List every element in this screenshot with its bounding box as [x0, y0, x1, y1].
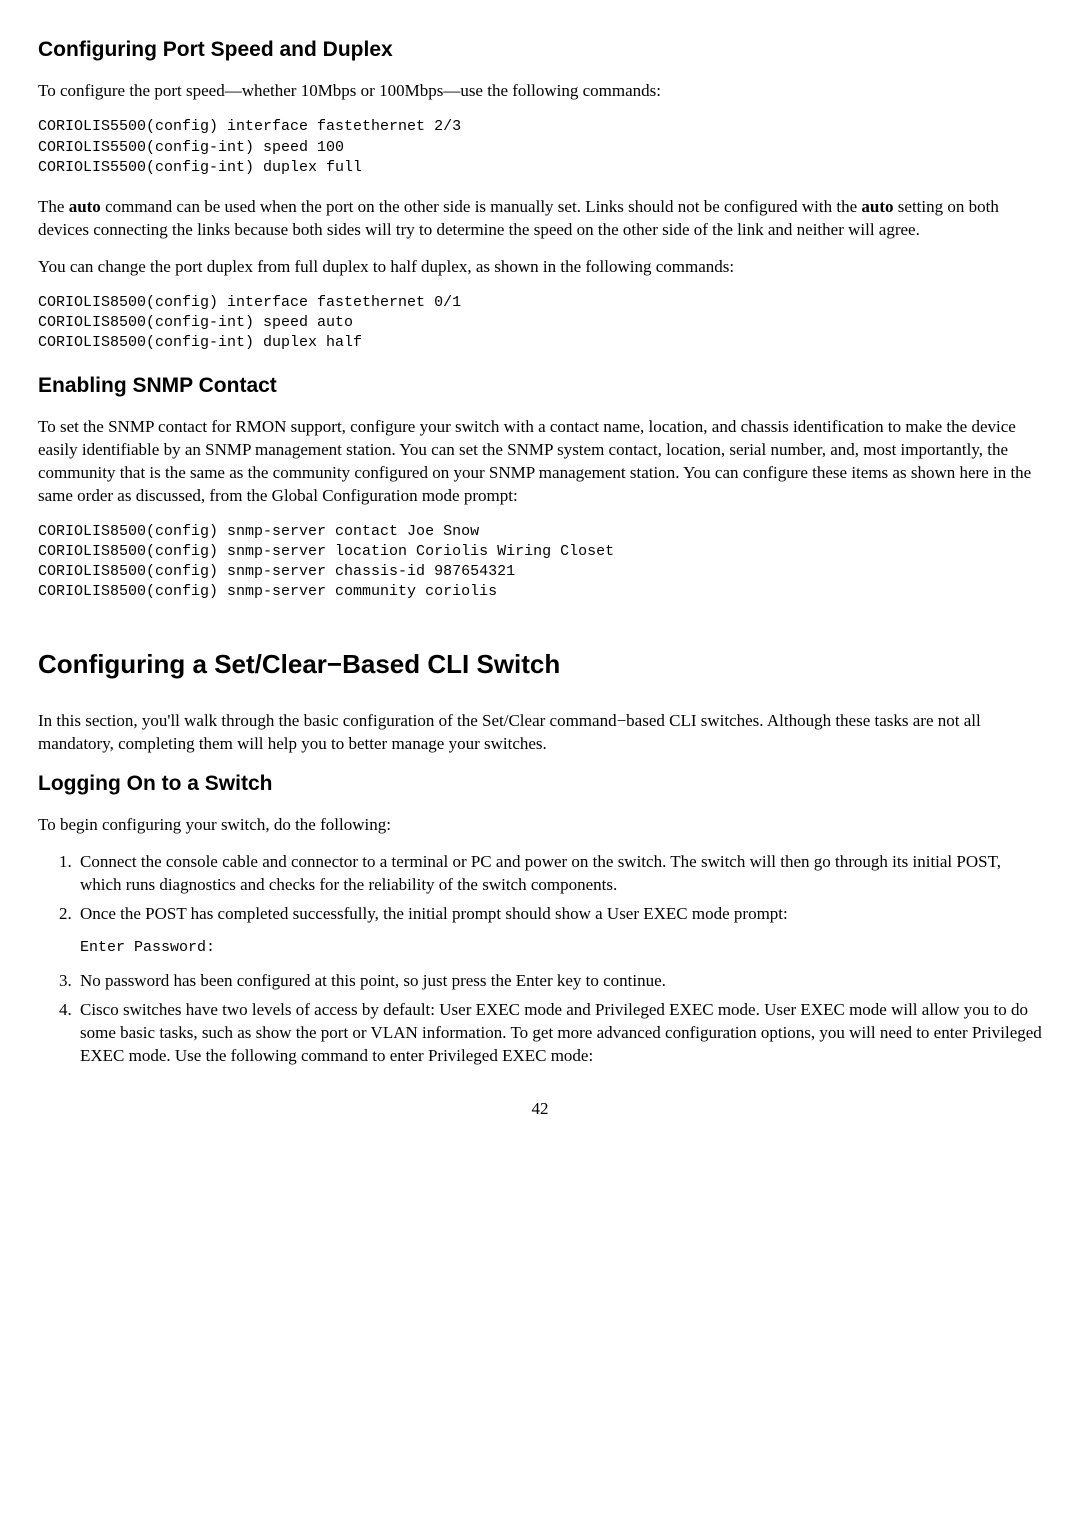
bold-text: auto — [69, 197, 101, 216]
list-item: Cisco switches have two levels of access… — [76, 999, 1042, 1068]
paragraph: To configure the port speed—whether 10Mb… — [38, 80, 1042, 103]
paragraph: To begin configuring your switch, do the… — [38, 814, 1042, 837]
list-item: No password has been configured at this … — [76, 970, 1042, 993]
heading-port-speed-duplex: Configuring Port Speed and Duplex — [38, 36, 1042, 64]
paragraph: The auto command can be used when the po… — [38, 196, 1042, 242]
text: The — [38, 197, 69, 216]
text: Once the POST has completed successfully… — [80, 904, 788, 923]
text: command can be used when the port on the… — [101, 197, 862, 216]
paragraph: To set the SNMP contact for RMON support… — [38, 416, 1042, 508]
heading-set-clear-cli: Configuring a Set/Clear−Based CLI Switch — [38, 647, 1042, 682]
bold-text: auto — [861, 197, 893, 216]
heading-logging-on: Logging On to a Switch — [38, 770, 1042, 798]
code-inline: Enter Password: — [80, 938, 1042, 958]
heading-snmp-contact: Enabling SNMP Contact — [38, 372, 1042, 400]
paragraph: In this section, you'll walk through the… — [38, 710, 1042, 756]
ordered-list: Connect the console cable and connector … — [76, 851, 1042, 1068]
code-block: CORIOLIS5500(config) interface fastether… — [38, 117, 1042, 178]
list-item: Once the POST has completed successfully… — [76, 903, 1042, 958]
code-block: CORIOLIS8500(config) interface fastether… — [38, 293, 1042, 354]
paragraph: You can change the port duplex from full… — [38, 256, 1042, 279]
page-number: 42 — [38, 1098, 1042, 1121]
list-item: Connect the console cable and connector … — [76, 851, 1042, 897]
code-block: CORIOLIS8500(config) snmp-server contact… — [38, 522, 1042, 603]
